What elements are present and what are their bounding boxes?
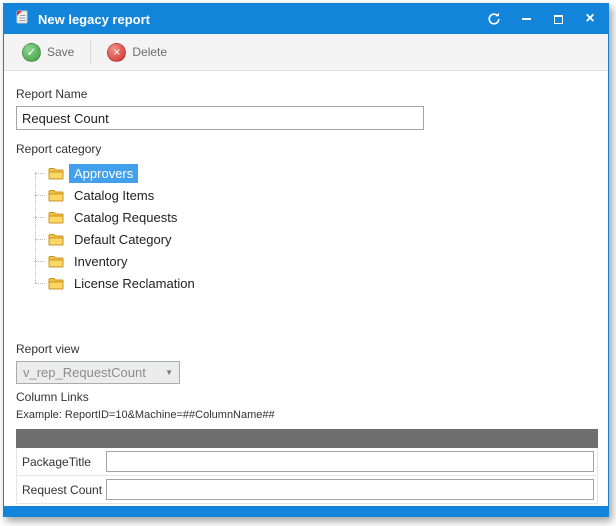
- window-title: New legacy report: [38, 12, 150, 27]
- minimize-button[interactable]: [518, 11, 534, 27]
- report-name-input[interactable]: [16, 106, 424, 130]
- request-count-input[interactable]: [106, 479, 594, 500]
- delete-button-label: Delete: [132, 45, 167, 59]
- packagetitle-input[interactable]: [106, 451, 594, 472]
- tree-item-approvers[interactable]: Approvers: [28, 162, 596, 184]
- dialog-new-legacy-report: New legacy report × ✓ Save × Delete Repo…: [3, 3, 609, 517]
- toolbar: ✓ Save × Delete: [4, 34, 608, 71]
- folder-icon: [48, 211, 64, 224]
- footer-bar: [4, 506, 608, 516]
- tree-item-label: Approvers: [69, 164, 138, 183]
- column-links-table-header: [16, 429, 598, 448]
- close-button[interactable]: ×: [582, 11, 598, 27]
- delete-icon: ×: [107, 43, 126, 62]
- folder-icon: [48, 167, 64, 180]
- tree-item-label: Inventory: [69, 252, 132, 271]
- tree-item-license-reclamation[interactable]: License Reclamation: [28, 272, 596, 294]
- request-count-label: Request Count: [20, 483, 106, 497]
- titlebar[interactable]: New legacy report ×: [4, 4, 608, 34]
- tree-item-default-category[interactable]: Default Category: [28, 228, 596, 250]
- folder-icon: [48, 189, 64, 202]
- refresh-button[interactable]: [486, 11, 502, 27]
- maximize-icon: [554, 15, 563, 24]
- table-row-packagetitle: PackageTitle: [16, 448, 598, 476]
- column-links-label: Column Links: [16, 390, 596, 404]
- minimize-icon: [522, 18, 531, 20]
- close-icon: ×: [585, 12, 594, 26]
- folder-icon: [48, 277, 64, 290]
- packagetitle-label: PackageTitle: [20, 455, 106, 469]
- refresh-icon: [487, 12, 501, 26]
- tree-item-label: License Reclamation: [69, 274, 200, 293]
- report-name-label: Report Name: [16, 87, 596, 101]
- report-category-label: Report category: [16, 142, 596, 156]
- dialog-content: Report Name Report category Approvers Ca…: [4, 71, 608, 506]
- delete-button[interactable]: × Delete: [99, 38, 175, 67]
- folder-icon: [48, 255, 64, 268]
- folder-icon: [48, 233, 64, 246]
- report-icon: [14, 9, 30, 30]
- chevron-down-icon: ▼: [165, 368, 173, 377]
- tree-item-label: Catalog Items: [69, 186, 159, 205]
- window-controls: ×: [486, 11, 598, 27]
- save-button[interactable]: ✓ Save: [14, 38, 82, 67]
- tree-item-label: Catalog Requests: [69, 208, 182, 227]
- column-links-example: Example: ReportID=10&Machine=##ColumnNam…: [16, 409, 596, 421]
- column-links-table: PackageTitle Request Count: [16, 429, 598, 504]
- tree-item-catalog-requests[interactable]: Catalog Requests: [28, 206, 596, 228]
- save-button-label: Save: [47, 45, 74, 59]
- report-view-value: v_rep_RequestCount: [23, 365, 146, 380]
- toolbar-separator: [90, 40, 91, 64]
- tree-item-catalog-items[interactable]: Catalog Items: [28, 184, 596, 206]
- report-view-select[interactable]: v_rep_RequestCount ▼: [16, 361, 180, 384]
- category-tree: Approvers Catalog Items Catalog Requests…: [28, 162, 596, 294]
- table-row-request-count: Request Count: [16, 476, 598, 504]
- tree-item-label: Default Category: [69, 230, 177, 249]
- tree-item-inventory[interactable]: Inventory: [28, 250, 596, 272]
- maximize-button[interactable]: [550, 11, 566, 27]
- save-icon: ✓: [22, 43, 41, 62]
- report-view-label: Report view: [16, 342, 596, 356]
